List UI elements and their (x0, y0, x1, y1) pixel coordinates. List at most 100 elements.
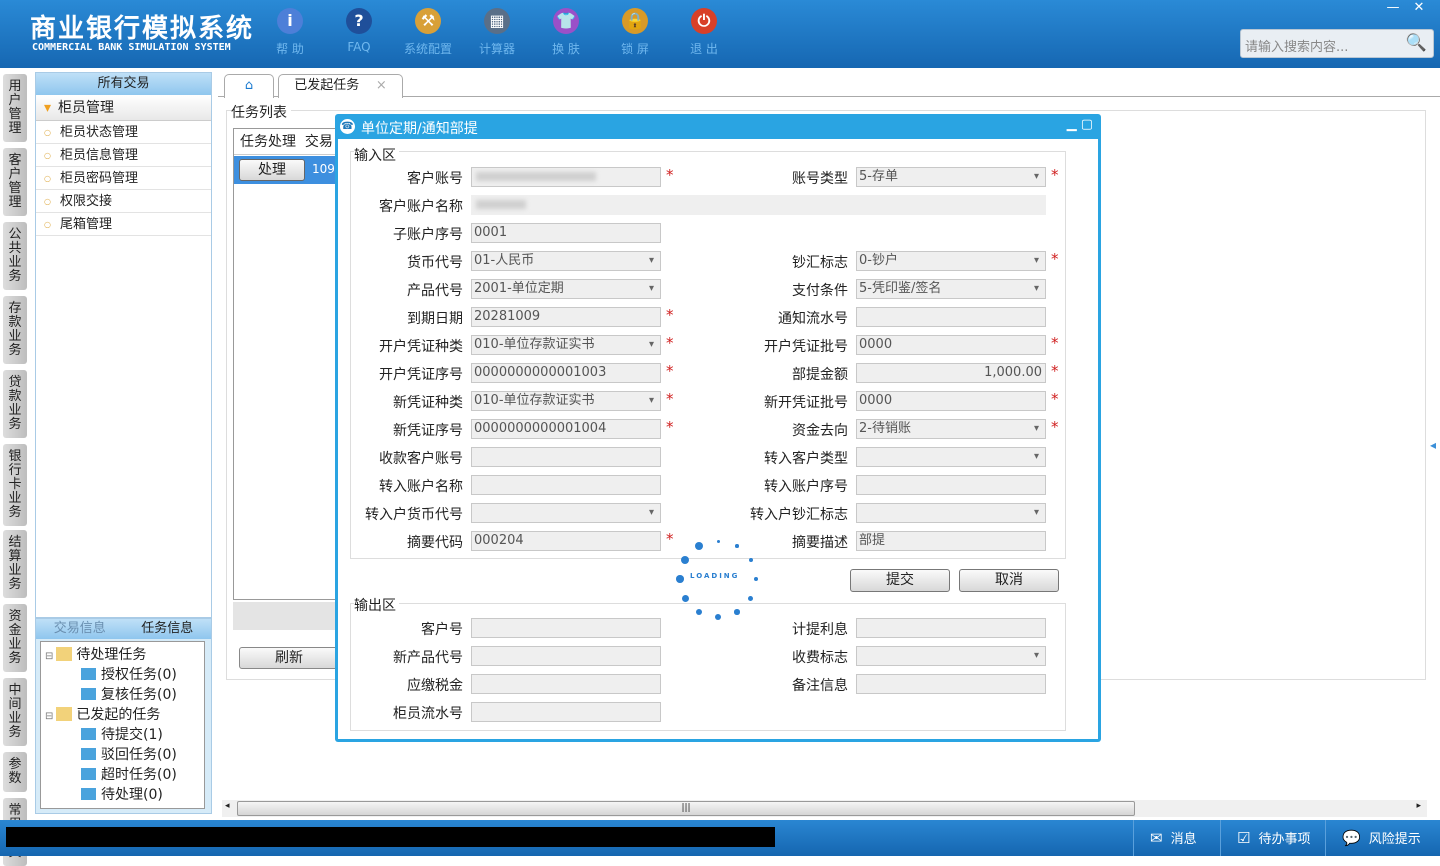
tab-home[interactable]: ⌂ (224, 74, 274, 98)
select-field[interactable] (471, 503, 661, 523)
sidebar-item[interactable]: 柜员状态管理 (36, 121, 211, 144)
input-field[interactable] (856, 674, 1046, 694)
status-mail[interactable]: ✉ 消息 (1133, 820, 1220, 856)
select-field[interactable]: 2-待销账 (856, 419, 1046, 439)
tree-node[interactable]: 授权任务(0) (81, 664, 177, 684)
submit-button[interactable]: 提交 (850, 569, 950, 592)
sidebar-item[interactable]: 尾箱管理 (36, 213, 211, 236)
vtab-item[interactable]: 用户管理 (3, 74, 27, 142)
field-label: 应缴税金 (407, 678, 463, 694)
minimize-button[interactable]: — (1380, 0, 1406, 15)
vtab-item[interactable]: 公共业务 (3, 222, 27, 290)
vtab-item[interactable]: 存款业务 (3, 296, 27, 364)
input-field[interactable] (471, 646, 661, 666)
input-field[interactable] (856, 475, 1046, 495)
status-speech-bubble[interactable]: 💬 风险提示 (1325, 820, 1440, 856)
tab-transaction-info[interactable]: 交易信息 (36, 619, 124, 639)
vtab-item[interactable]: 客户管理 (3, 148, 27, 216)
scrollbar-thumb[interactable]: ||| (237, 801, 1135, 816)
tree-node[interactable]: ⊟ 待处理任务 (45, 644, 146, 664)
input-field[interactable]: 20281009 (471, 307, 661, 327)
select-field[interactable] (856, 447, 1046, 467)
vtab-item[interactable]: 中间业务 (3, 678, 27, 746)
expand-icon[interactable]: ⊟ (45, 711, 53, 722)
input-field[interactable] (471, 195, 1046, 215)
select-field[interactable]: 5-存单 (856, 167, 1046, 187)
collapse-arrow-icon[interactable]: ◂ (1430, 438, 1436, 452)
select-field[interactable]: 01-人民币 (471, 251, 661, 271)
select-field[interactable]: 2001-单位定期 (471, 279, 661, 299)
select-field[interactable] (856, 646, 1046, 666)
expand-icon[interactable]: ⊟ (45, 651, 53, 662)
vtab-item[interactable]: 参数 (3, 752, 27, 792)
input-field[interactable] (856, 307, 1046, 327)
required-marker: * (666, 334, 674, 352)
vtab-item[interactable]: 资金业务 (3, 604, 27, 672)
field-label: 开户凭证序号 (379, 367, 463, 383)
input-field[interactable] (856, 618, 1046, 638)
toolbar-button[interactable]: ⏻ 退 出 (674, 8, 734, 57)
input-field[interactable]: 0000000000001004 (471, 419, 661, 439)
vtab-item[interactable]: 银行卡业务 (3, 444, 27, 526)
toolbar-label: 系统配置 (403, 42, 452, 56)
input-field[interactable] (471, 475, 661, 495)
minimize-button[interactable]: ▁ (1067, 117, 1077, 132)
sidebar-item[interactable]: 柜员信息管理 (36, 144, 211, 167)
field-value: 2-待销账 (859, 421, 911, 436)
tree-node[interactable]: 驳回任务(0) (81, 744, 177, 764)
toolbar-button[interactable]: ⚒ 系统配置 (398, 8, 458, 57)
select-field[interactable] (856, 503, 1046, 523)
task-tree: ⊟ 待处理任务 授权任务(0) 复核任务(0) ⊟ 已发起的任务 待提交(1) 驳回任务(0)… (40, 641, 205, 809)
scroll-left-icon[interactable]: ◂ (225, 801, 230, 811)
field-value: 2001-单位定期 (474, 281, 564, 296)
process-button[interactable]: 处理 (239, 159, 305, 181)
input-field[interactable]: 0000 (856, 335, 1046, 355)
input-field[interactable]: 部提 (856, 531, 1046, 551)
horizontal-scrollbar[interactable]: ◂ ||| ▸ (222, 800, 1427, 817)
select-field[interactable]: 010-单位存款证实书 (471, 335, 661, 355)
sidebar-item[interactable]: 权限交接 (36, 190, 211, 213)
select-field[interactable]: 010-单位存款证实书 (471, 391, 661, 411)
input-field[interactable] (471, 674, 661, 694)
input-field[interactable]: 000204 (471, 531, 661, 551)
input-field[interactable] (471, 447, 661, 467)
status-label: 风险提示 (1368, 832, 1421, 847)
toolbar-button[interactable]: ? FAQ (329, 8, 389, 54)
close-button[interactable]: ✕ (1406, 0, 1432, 15)
toolbar-button[interactable]: ▦ 计算器 (467, 8, 527, 57)
tree-node[interactable]: 超时任务(0) (81, 764, 177, 784)
tab-task-info[interactable]: 任务信息 (124, 619, 212, 639)
tab-initiated-tasks[interactable]: 已发起任务 × (278, 74, 403, 98)
select-field[interactable]: 5-凭印鉴/签名 (856, 279, 1046, 299)
input-field[interactable]: 1,000.00 (856, 363, 1046, 383)
toolbar-button[interactable]: i 帮 助 (260, 8, 320, 57)
cancel-button[interactable]: 取消 (959, 569, 1059, 592)
field-value: 0001 (474, 225, 508, 240)
field-label: 柜员流水号 (393, 706, 463, 722)
sidebar-group-teller[interactable]: 柜员管理 (36, 95, 211, 121)
input-field[interactable]: 0001 (471, 223, 661, 243)
input-field[interactable]: 0000 (856, 391, 1046, 411)
toolbar-button[interactable]: 👕 换 肤 (536, 8, 596, 57)
speech-bubble-icon: 💬 (1342, 829, 1361, 847)
toolbar-button[interactable]: 🔒 锁 屏 (605, 8, 665, 57)
input-field[interactable] (471, 702, 661, 722)
tree-node[interactable]: 复核任务(0) (81, 684, 177, 704)
tree-node[interactable]: 待处理(0) (81, 784, 163, 804)
input-legend: 输入区 (354, 145, 399, 165)
vtab-item[interactable]: 结算业务 (3, 530, 27, 598)
select-field[interactable]: 0-钞户 (856, 251, 1046, 271)
input-field[interactable] (471, 167, 661, 187)
search-icon[interactable]: 🔍 (1406, 33, 1427, 53)
maximize-button[interactable]: ▢ (1081, 117, 1093, 132)
status-checkbox[interactable]: ☑ 待办事项 (1220, 820, 1325, 856)
scroll-right-icon[interactable]: ▸ (1416, 801, 1421, 811)
input-field[interactable]: 0000000000001003 (471, 363, 661, 383)
tree-node[interactable]: ⊟ 已发起的任务 (45, 704, 160, 724)
vtab-item[interactable]: 贷款业务 (3, 370, 27, 438)
search-input[interactable]: 请输入搜索内容... 🔍 (1240, 29, 1434, 58)
sidebar-item[interactable]: 柜员密码管理 (36, 167, 211, 190)
close-icon[interactable]: × (376, 78, 387, 93)
tree-node[interactable]: 待提交(1) (81, 724, 163, 744)
input-field[interactable] (471, 618, 661, 638)
